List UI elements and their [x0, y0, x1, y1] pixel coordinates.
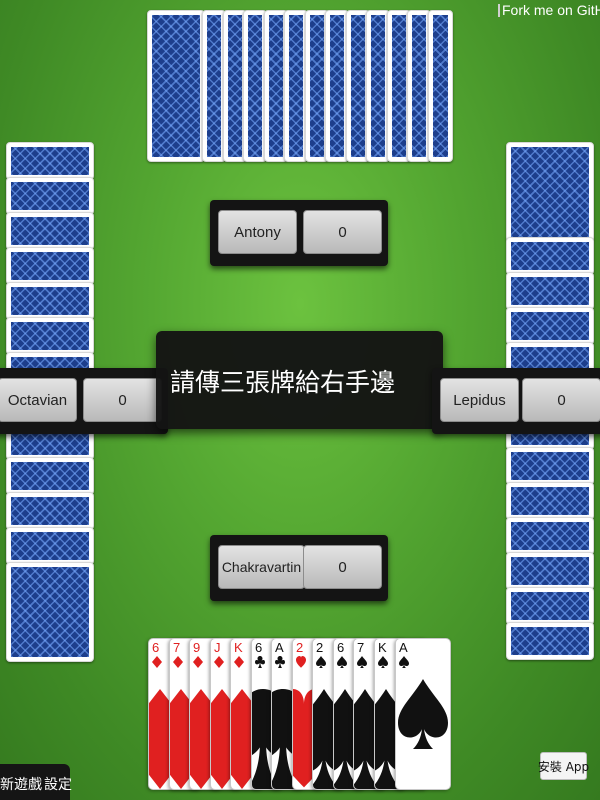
card-rank: A [275, 640, 284, 655]
east-player-name: Lepidus [440, 378, 519, 422]
card-back [147, 10, 205, 162]
card-rank: 9 [193, 640, 201, 655]
spades-suit-icon [316, 656, 326, 668]
card-back [428, 10, 453, 162]
card-rank: J [214, 640, 221, 655]
diamonds-suit-icon [152, 656, 162, 668]
game-message-text: 請傳三張牌給右手邊 [170, 368, 396, 397]
card-back [506, 552, 594, 590]
card-rank: 2 [316, 640, 324, 655]
card-rank: 2 [296, 640, 304, 655]
diamonds-suit-icon [193, 656, 203, 668]
spades-suit-icon [357, 656, 367, 668]
clubs-suit-icon [275, 656, 285, 668]
card-back [506, 237, 594, 275]
card-back [506, 587, 594, 625]
card-rank: 6 [337, 640, 345, 655]
hand-card[interactable]: A [395, 638, 451, 790]
card-back [6, 562, 94, 662]
install-app-label: 安裝 App [537, 759, 590, 774]
card-back [6, 247, 94, 285]
spades-suit-icon [378, 656, 388, 668]
south-player-name: Chakravartin [218, 545, 305, 589]
west-player-score: 0 [83, 378, 162, 422]
spades-suit-icon [399, 656, 409, 668]
github-ribbon-text: Fork me on GitHub [502, 2, 600, 18]
card-rank: 6 [255, 640, 263, 655]
card-back [6, 457, 94, 495]
card-back [506, 307, 594, 345]
west-player-panel: Octavian 0 [0, 368, 168, 434]
hearts-suit-icon [296, 656, 306, 668]
card-back [6, 527, 94, 565]
diamonds-suit-icon [234, 656, 244, 668]
diamonds-suit-icon [214, 656, 224, 668]
clubs-suit-icon [255, 656, 265, 668]
card-back [506, 622, 594, 660]
north-player-panel: Antony 0 [210, 200, 388, 266]
card-rank: A [399, 640, 408, 655]
github-ribbon[interactable]: Fork me on GitHub [498, 0, 600, 20]
card-back [506, 517, 594, 555]
install-app-button[interactable]: 安裝 App [537, 752, 590, 780]
card-rank: 7 [357, 640, 365, 655]
spades-suit-icon [337, 656, 347, 668]
game-message: 請傳三張牌給右手邊 [156, 331, 443, 429]
new-game-button[interactable]: 新遊戲 [0, 774, 42, 794]
spades-suit-icon [398, 679, 448, 749]
east-player-score: 0 [522, 378, 600, 422]
card-back [6, 212, 94, 250]
card-back [6, 177, 94, 215]
card-back [6, 492, 94, 530]
card-back [506, 482, 594, 520]
north-player-score: 0 [303, 210, 382, 254]
card-back [6, 282, 94, 320]
card-back [506, 447, 594, 485]
card-rank: 7 [173, 640, 181, 655]
north-player-name: Antony [218, 210, 297, 254]
settings-button[interactable]: 設定 [44, 774, 72, 794]
south-player-score: 0 [303, 545, 382, 589]
card-back [506, 142, 594, 242]
card-rank: K [378, 640, 387, 655]
card-back [6, 317, 94, 355]
broken-image-icon [498, 3, 500, 17]
east-player-panel: Lepidus 0 [432, 368, 600, 434]
card-rank: 6 [152, 640, 160, 655]
diamonds-suit-icon [173, 656, 183, 668]
west-player-name: Octavian [0, 378, 77, 422]
card-back [506, 272, 594, 310]
south-player-panel: Chakravartin 0 [210, 535, 388, 601]
card-rank: K [234, 640, 243, 655]
card-back [6, 142, 94, 180]
